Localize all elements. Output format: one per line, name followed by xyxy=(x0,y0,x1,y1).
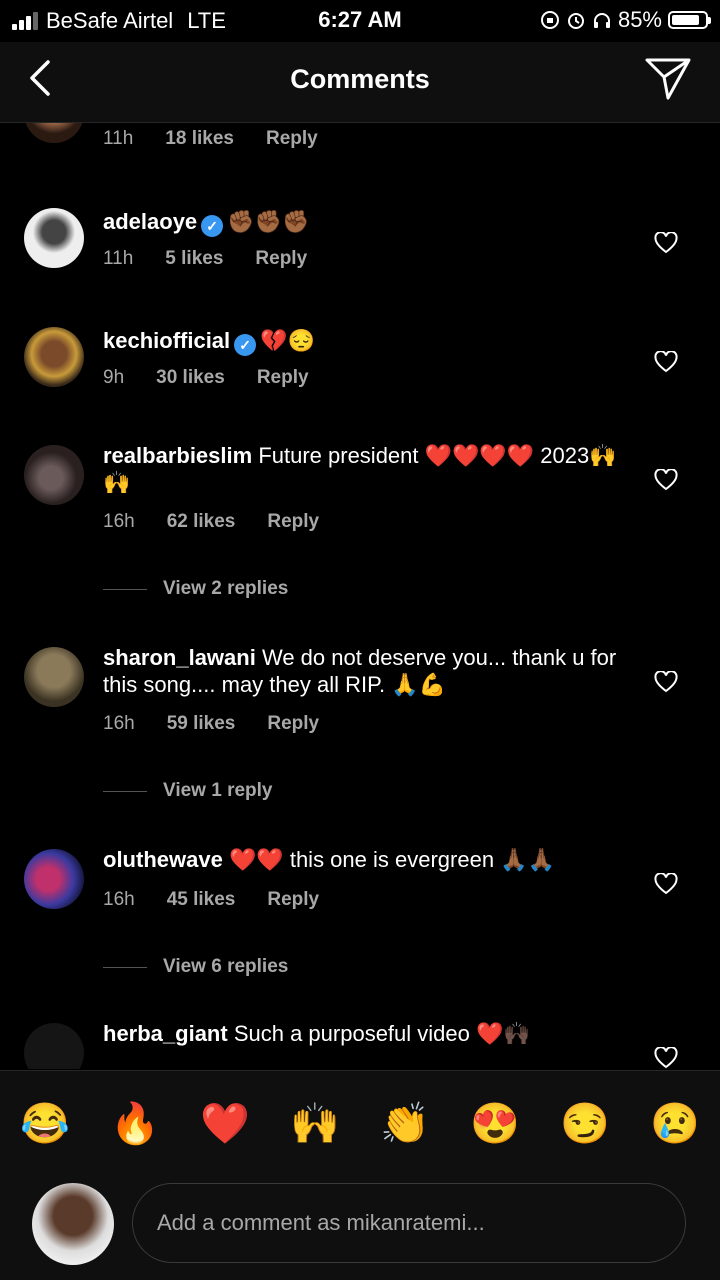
comments-list[interactable]: 11h 18 likes Reply adelaoye ✓ ✊🏾✊🏾✊🏾 11h 5… xyxy=(0,123,720,1069)
avatar[interactable] xyxy=(24,647,84,707)
comment-time: 11h xyxy=(103,248,134,269)
battery-percent: 85% xyxy=(617,7,662,32)
heart-icon[interactable] xyxy=(654,351,678,373)
comment-likes[interactable]: 18 likes xyxy=(165,128,234,150)
avatar[interactable] xyxy=(24,849,84,909)
comment-text: ❤️❤️ this one is evergreen 🙏🏾🙏🏾 xyxy=(228,847,555,872)
rotation-lock-icon xyxy=(540,11,559,29)
list-item: oluthewave ❤️❤️ this one is evergreen 🙏🏾… xyxy=(0,847,720,1009)
reply-button[interactable]: Reply xyxy=(266,128,318,150)
view-replies-button[interactable]: View 2 replies xyxy=(103,578,288,600)
list-item: kechiofficial ✓ 💔😔 9h 30 likes Reply xyxy=(0,327,720,427)
reply-button[interactable]: Reply xyxy=(257,367,309,389)
comment-time: 11h xyxy=(103,128,134,149)
list-item: realbarbieslim Future president ❤️❤️❤️❤️… xyxy=(0,443,720,605)
send-icon[interactable] xyxy=(644,56,692,102)
emoji-quick-bar: 😂 🔥 ❤️ 🙌 👏 😍 😏 😢 xyxy=(0,1070,720,1176)
comment-time: 16h xyxy=(103,713,135,734)
comment-username[interactable]: herba_giant xyxy=(103,1021,228,1046)
header: Comments xyxy=(0,42,720,123)
list-item: 11h 18 likes Reply xyxy=(0,123,720,163)
comment-text: 💔😔 xyxy=(260,328,315,353)
reply-button[interactable]: Reply xyxy=(267,713,319,735)
verified-badge-icon: ✓ xyxy=(234,334,257,356)
avatar xyxy=(32,1183,114,1265)
headphones-icon xyxy=(593,13,610,28)
avatar[interactable] xyxy=(24,123,84,143)
heart-icon[interactable] xyxy=(654,1047,678,1069)
view-replies-button[interactable]: View 6 replies xyxy=(103,956,288,978)
comment-likes[interactable]: 59 likes xyxy=(167,713,236,735)
emoji-laughing-button[interactable]: 😂 xyxy=(20,1100,70,1147)
alarm-icon xyxy=(567,13,584,29)
comment-username[interactable]: sharon_lawani xyxy=(103,645,256,670)
comment-text: ✊🏾✊🏾✊🏾 xyxy=(227,209,310,234)
comment-username[interactable]: realbarbieslim xyxy=(103,443,252,468)
battery-icon xyxy=(668,11,711,29)
list-item: sharon_lawani We do not deserve you... t… xyxy=(0,645,720,807)
comment-likes[interactable]: 30 likes xyxy=(156,367,225,389)
comment-likes[interactable]: 62 likes xyxy=(167,511,236,533)
list-item: herba_giant Such a purposeful video ❤️🙌🏿 xyxy=(0,1021,720,1069)
comment-time: 9h xyxy=(103,367,125,388)
comment-text: Such a purposeful video ❤️🙌🏿 xyxy=(233,1021,531,1046)
emoji-clapping-button[interactable]: 👏 xyxy=(380,1100,430,1147)
comment-time: 16h xyxy=(103,889,135,910)
reply-button[interactable]: Reply xyxy=(267,511,319,533)
comment-likes[interactable]: 5 likes xyxy=(165,248,223,270)
avatar[interactable] xyxy=(24,445,84,505)
comment-likes[interactable]: 45 likes xyxy=(167,889,236,911)
comment-username[interactable]: adelaoye xyxy=(103,209,197,234)
heart-icon[interactable] xyxy=(654,469,678,491)
emoji-heart-eyes-button[interactable]: 😍 xyxy=(470,1100,520,1147)
avatar[interactable] xyxy=(24,327,84,387)
status-bar: BeSafe Airtel LTE 6:27 AM 85% xyxy=(0,0,720,42)
emoji-smirk-button[interactable]: 😏 xyxy=(560,1100,610,1147)
heart-icon[interactable] xyxy=(654,873,678,895)
emoji-crying-button[interactable]: 😢 xyxy=(650,1100,700,1147)
avatar[interactable] xyxy=(24,1023,84,1069)
comment-time: 16h xyxy=(103,511,135,532)
reply-button[interactable]: Reply xyxy=(255,248,307,270)
emoji-raised-hands-button[interactable]: 🙌 xyxy=(290,1100,340,1147)
heart-icon[interactable] xyxy=(654,232,678,254)
reply-button[interactable]: Reply xyxy=(267,889,319,911)
verified-badge-icon: ✓ xyxy=(201,215,224,237)
emoji-heart-button[interactable]: ❤️ xyxy=(200,1100,250,1147)
comment-input-bar xyxy=(0,1175,720,1280)
view-replies-button[interactable]: View 1 reply xyxy=(103,780,273,802)
comment-input[interactable] xyxy=(132,1183,686,1263)
emoji-fire-button[interactable]: 🔥 xyxy=(110,1100,160,1147)
avatar[interactable] xyxy=(24,208,84,268)
heart-icon[interactable] xyxy=(654,671,678,693)
comment-username[interactable]: oluthewave xyxy=(103,847,223,872)
comment-username[interactable]: kechiofficial xyxy=(103,328,230,353)
page-title: Comments xyxy=(290,64,430,94)
list-item: adelaoye ✓ ✊🏾✊🏾✊🏾 11h 5 likes Reply xyxy=(0,208,720,308)
